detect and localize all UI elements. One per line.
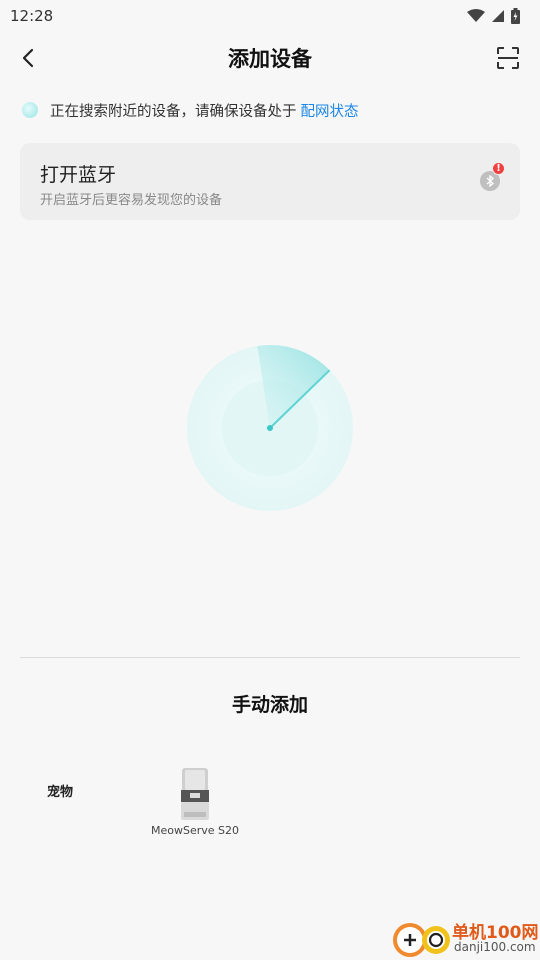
- device-card[interactable]: MeowServe S20: [150, 764, 240, 842]
- chevron-left-icon: [22, 48, 34, 68]
- watermark-url: danji100.com: [454, 940, 536, 954]
- bluetooth-card-title: 打开蓝牙: [40, 164, 117, 186]
- watermark-logo: 单机100网 danji100.com: [390, 916, 540, 960]
- category-pet[interactable]: 宠物: [47, 781, 73, 800]
- battery-icon: [511, 8, 520, 24]
- bluetooth-alert-badge: !: [492, 162, 505, 175]
- bluetooth-card-subtitle: 开启蓝牙后更容易发现您的设备: [40, 193, 223, 208]
- radar-scan-animation: [187, 345, 353, 511]
- status-time: 12:28: [10, 7, 54, 25]
- device-name: MeowServe S20: [150, 824, 239, 837]
- scan-button[interactable]: [494, 44, 522, 72]
- page-title: 添加设备: [228, 47, 312, 71]
- header: 添加设备: [0, 36, 540, 80]
- scan-icon: [497, 47, 519, 69]
- network-config-link[interactable]: 配网状态: [301, 100, 359, 121]
- status-icons: [467, 8, 520, 24]
- manual-add-title: 手动添加: [231, 694, 308, 716]
- device-image: [181, 768, 209, 820]
- search-status: 正在搜索附近的设备，请确保设备处于 配网状态: [22, 98, 359, 122]
- back-button[interactable]: [14, 44, 42, 72]
- search-status-text: 正在搜索附近的设备，请确保设备处于: [50, 103, 297, 120]
- status-bar: 12:28: [0, 0, 540, 32]
- bluetooth-card[interactable]: 打开蓝牙 开启蓝牙后更容易发现您的设备 !: [20, 143, 520, 220]
- searching-indicator-icon: [22, 102, 38, 118]
- wifi-icon: [467, 9, 485, 22]
- watermark-mascot-icon: [393, 923, 450, 957]
- section-divider: [20, 657, 520, 658]
- cellular-signal-icon: [492, 10, 504, 22]
